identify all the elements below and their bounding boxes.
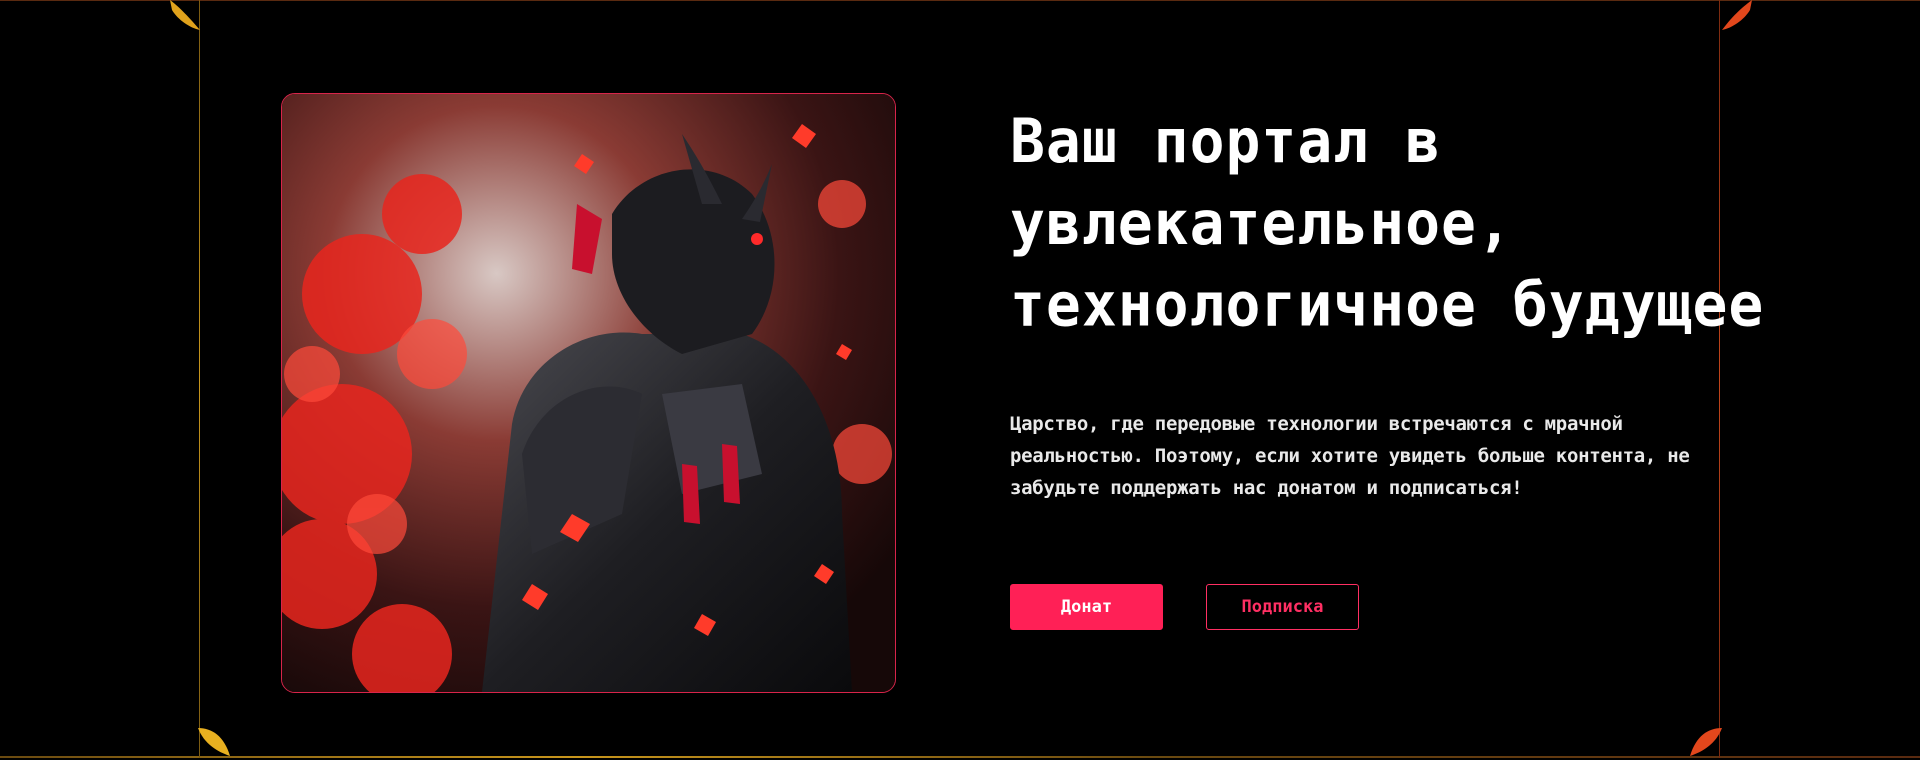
red-leaf-icon — [1688, 726, 1722, 760]
gold-leaf-icon — [168, 0, 202, 34]
hero-content: Ваш портал в увлекательное, технологично… — [1010, 100, 1763, 630]
headline-line: технологичное будущее — [1010, 269, 1765, 341]
left-frame-line — [199, 0, 200, 758]
hero-image — [281, 93, 896, 693]
hero-description: Царство, где передовые технологии встреч… — [1010, 408, 1710, 504]
description-line: реальностью. Поэтому, если хотите увидет… — [1010, 445, 1690, 467]
right-frame-line — [1719, 0, 1720, 758]
page-stage: Ваш портал в увлекательное, технологично… — [0, 0, 1920, 758]
description-line: забудьте поддержать нас донатом и подпис… — [1010, 477, 1523, 499]
subscribe-button[interactable]: Подписка — [1206, 584, 1359, 630]
red-leaf-icon — [1720, 0, 1754, 34]
hero-headline: Ваш портал в увлекательное, технологично… — [1010, 100, 1765, 346]
headline-line: увлекательное, — [1010, 187, 1513, 259]
samurai-artwork-icon — [282, 94, 895, 692]
description-line: Царство, где передовые технологии встреч… — [1010, 413, 1623, 435]
gold-leaf-icon — [198, 726, 232, 760]
donate-button[interactable]: Донат — [1010, 584, 1163, 630]
top-edge-line — [0, 0, 1920, 1]
headline-line: Ваш портал в — [1010, 105, 1442, 177]
